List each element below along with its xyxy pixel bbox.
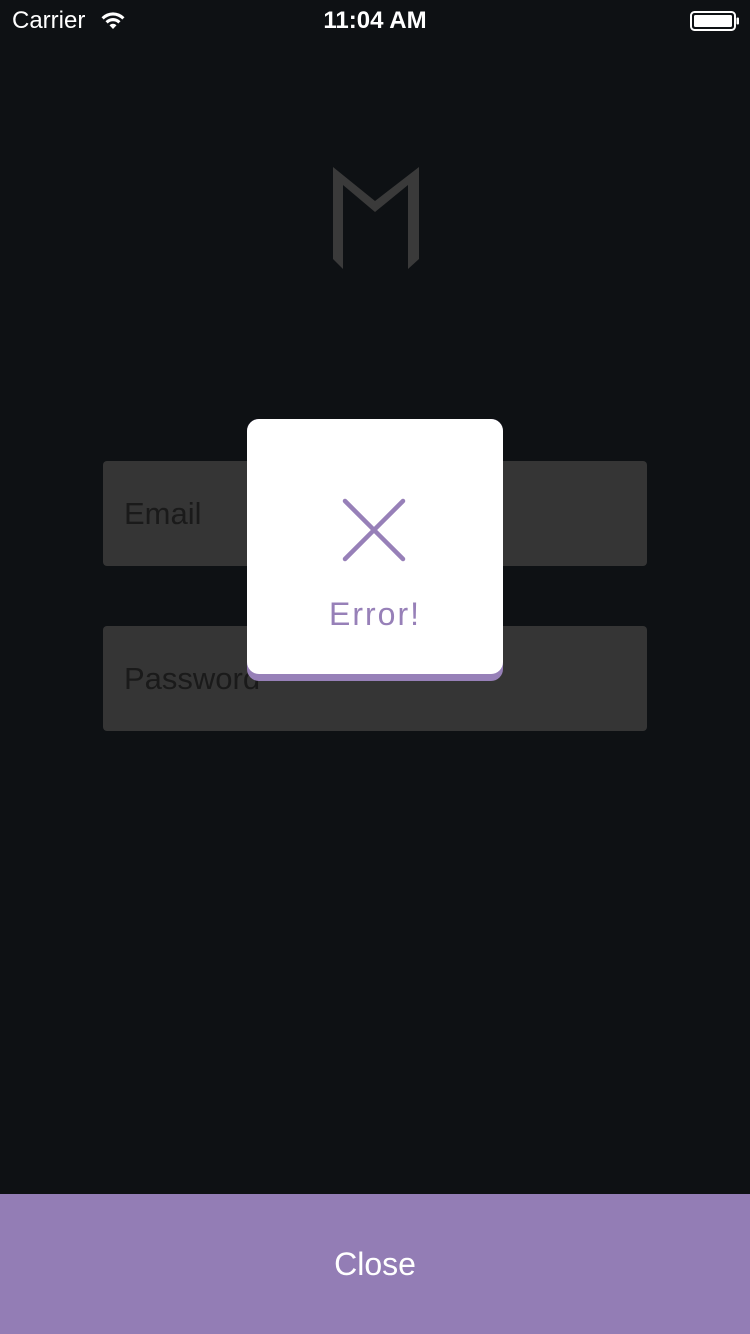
m-logo-icon	[333, 167, 419, 269]
close-button-label: Close	[334, 1245, 416, 1282]
battery-full-icon	[690, 11, 739, 31]
status-time: 11:04 AM	[323, 7, 427, 34]
close-x-icon	[342, 498, 406, 562]
login-screen: Carrier 11:04 AM Email Password Error! C…	[0, 0, 750, 1334]
error-title: Error!	[329, 596, 421, 632]
password-placeholder: Password	[124, 660, 261, 696]
email-placeholder: Email	[124, 495, 202, 531]
close-button[interactable]: Close	[0, 1194, 750, 1334]
status-bar: Carrier 11:04 AM	[0, 0, 750, 40]
